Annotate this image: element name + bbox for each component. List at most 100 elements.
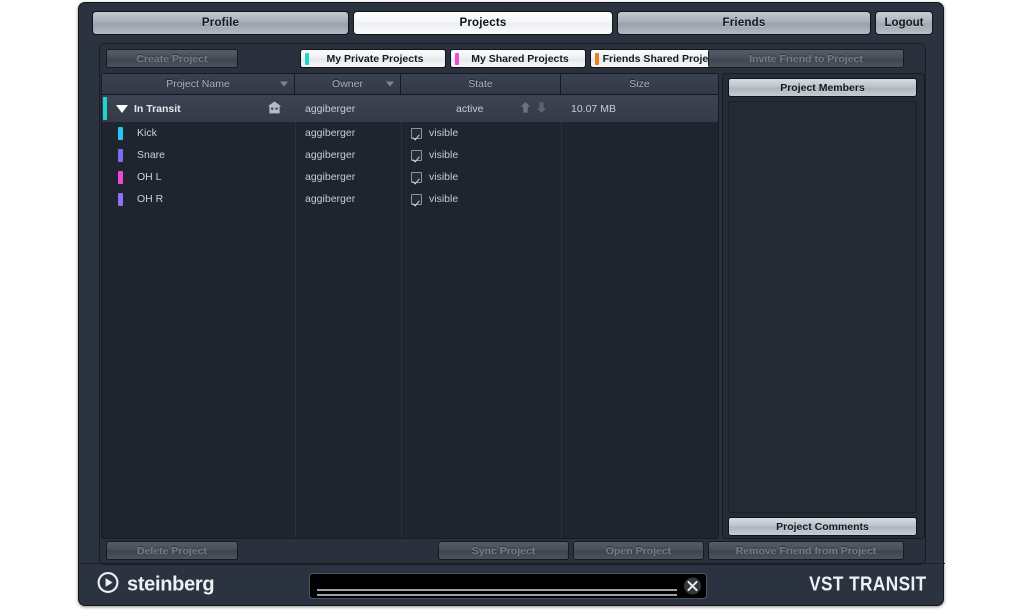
cell-track-size xyxy=(561,166,718,188)
remove-friend-label: Remove Friend from Project xyxy=(735,544,877,557)
track-color-swatch xyxy=(118,126,123,140)
track-color-swatch xyxy=(118,148,123,162)
column-header-owner-label: Owner xyxy=(332,78,363,90)
cell-track-size xyxy=(561,144,718,166)
track-owner-label: aggiberger xyxy=(305,149,356,161)
progress-bar-primary xyxy=(317,589,677,591)
open-project-button[interactable]: Open Project xyxy=(573,541,704,560)
column-header-project-name-label: Project Name xyxy=(166,78,230,90)
progress-bar-secondary xyxy=(317,594,677,596)
app-window: Profile Projects Friends Logout Create P… xyxy=(78,2,945,606)
cell-track-owner: aggiberger xyxy=(295,188,401,210)
track-name-label: OH R xyxy=(137,193,164,205)
table-header-row: Project Name Owner State Size xyxy=(102,74,718,95)
footer-bar: steinberg VST TRANSIT xyxy=(79,563,945,605)
cell-track-state: visible xyxy=(401,144,561,166)
tab-projects[interactable]: Projects xyxy=(353,11,613,35)
panel-footer: Delete Project Sync Project Open Project… xyxy=(100,537,927,564)
table-row[interactable]: Snare aggiberger visible xyxy=(102,144,718,166)
track-color-swatch xyxy=(118,170,123,184)
track-state-label: visible xyxy=(429,149,459,161)
tab-projects-label: Projects xyxy=(459,17,507,29)
toolbar: Create Project My Private Projects My Sh… xyxy=(100,44,927,73)
steinberg-play-icon xyxy=(97,571,119,598)
invite-friend-to-project-button[interactable]: Invite Friend to Project xyxy=(708,49,904,68)
track-owner-label: aggiberger xyxy=(305,127,356,139)
tab-my-shared-projects-label: My Shared Projects xyxy=(471,52,569,65)
cell-track-state: visible xyxy=(401,166,561,188)
project-members-label: Project Members xyxy=(780,81,865,94)
track-name-label: Snare xyxy=(137,149,166,161)
project-state-label: active xyxy=(456,102,484,115)
table-row-project[interactable]: In Transit aggiberger active 10.07 MB xyxy=(102,95,718,122)
tab-my-private-projects[interactable]: My Private Projects xyxy=(300,49,446,68)
upload-arrow-icon[interactable] xyxy=(519,101,532,117)
steinberg-logo: steinberg xyxy=(97,571,215,598)
sync-project-label: Sync Project xyxy=(471,544,536,557)
delete-project-label: Delete Project xyxy=(136,544,208,557)
vst-transit-logo: VST TRANSIT xyxy=(809,573,927,595)
table-row[interactable]: Kick aggiberger visible xyxy=(102,122,718,144)
project-name-label: In Transit xyxy=(134,102,181,115)
column-header-size[interactable]: Size xyxy=(561,74,718,94)
delete-project-button[interactable]: Delete Project xyxy=(106,541,238,560)
create-project-button[interactable]: Create Project xyxy=(106,49,238,68)
house-icon[interactable] xyxy=(267,101,282,117)
cell-track-size xyxy=(561,122,718,144)
tab-my-shared-projects[interactable]: My Shared Projects xyxy=(450,49,586,68)
steinberg-wordmark: steinberg xyxy=(127,573,215,595)
cell-track-name: OH L xyxy=(102,166,295,188)
track-state-label: visible xyxy=(429,127,459,139)
status-progress-field[interactable] xyxy=(309,573,707,599)
cell-track-name: Kick xyxy=(102,122,295,144)
project-members-button[interactable]: Project Members xyxy=(728,78,917,97)
tab-profile[interactable]: Profile xyxy=(92,11,349,35)
project-size-label: 10.07 MB xyxy=(571,102,616,115)
logout-button[interactable]: Logout xyxy=(875,11,933,35)
table-row[interactable]: OH R aggiberger visible xyxy=(102,188,718,210)
track-visible-checkbox[interactable] xyxy=(411,193,422,205)
sort-caret-owner-icon[interactable] xyxy=(386,81,394,87)
project-owner-label: aggiberger xyxy=(305,102,356,115)
cell-track-state: visible xyxy=(401,188,561,210)
logout-label: Logout xyxy=(884,17,924,29)
column-header-state[interactable]: State xyxy=(401,74,561,94)
track-state-label: visible xyxy=(429,171,459,183)
cell-project-state: active xyxy=(401,95,561,122)
sync-project-button[interactable]: Sync Project xyxy=(438,541,569,560)
cell-project-name[interactable]: In Transit xyxy=(102,95,295,122)
project-table: Project Name Owner State Size In Transit… xyxy=(101,73,719,539)
top-tab-bar: Profile Projects Friends Logout xyxy=(79,3,945,37)
track-owner-label: aggiberger xyxy=(305,171,356,183)
transfer-arrows xyxy=(519,101,548,117)
track-name-label: Kick xyxy=(137,127,157,139)
cell-project-owner: aggiberger xyxy=(295,95,401,122)
track-owner-label: aggiberger xyxy=(305,193,356,205)
column-header-project-name[interactable]: Project Name xyxy=(102,74,295,94)
close-icon[interactable] xyxy=(684,577,701,595)
cell-track-owner: aggiberger xyxy=(295,166,401,188)
cell-track-name: Snare xyxy=(102,144,295,166)
track-visible-checkbox[interactable] xyxy=(411,127,422,139)
project-members-list[interactable] xyxy=(728,101,917,513)
track-name-label: OH L xyxy=(137,171,162,183)
cell-track-owner: aggiberger xyxy=(295,144,401,166)
column-header-owner[interactable]: Owner xyxy=(295,74,401,94)
remove-friend-from-project-button[interactable]: Remove Friend from Project xyxy=(708,541,904,560)
cell-track-owner: aggiberger xyxy=(295,122,401,144)
open-project-label: Open Project xyxy=(605,544,672,557)
create-project-label: Create Project xyxy=(136,52,208,65)
tab-profile-label: Profile xyxy=(201,17,240,29)
cell-track-state: visible xyxy=(401,122,561,144)
expand-caret-icon[interactable] xyxy=(116,104,128,113)
column-header-state-label: State xyxy=(468,78,493,90)
project-comments-button[interactable]: Project Comments xyxy=(728,517,917,536)
tab-friends[interactable]: Friends xyxy=(617,11,871,35)
download-arrow-icon[interactable] xyxy=(535,101,548,117)
sort-caret-project-name-icon[interactable] xyxy=(280,81,288,87)
table-row[interactable]: OH L aggiberger visible xyxy=(102,166,718,188)
tab-my-private-projects-label: My Private Projects xyxy=(326,52,424,65)
project-comments-label: Project Comments xyxy=(776,520,869,533)
track-visible-checkbox[interactable] xyxy=(411,149,422,161)
track-visible-checkbox[interactable] xyxy=(411,171,422,183)
